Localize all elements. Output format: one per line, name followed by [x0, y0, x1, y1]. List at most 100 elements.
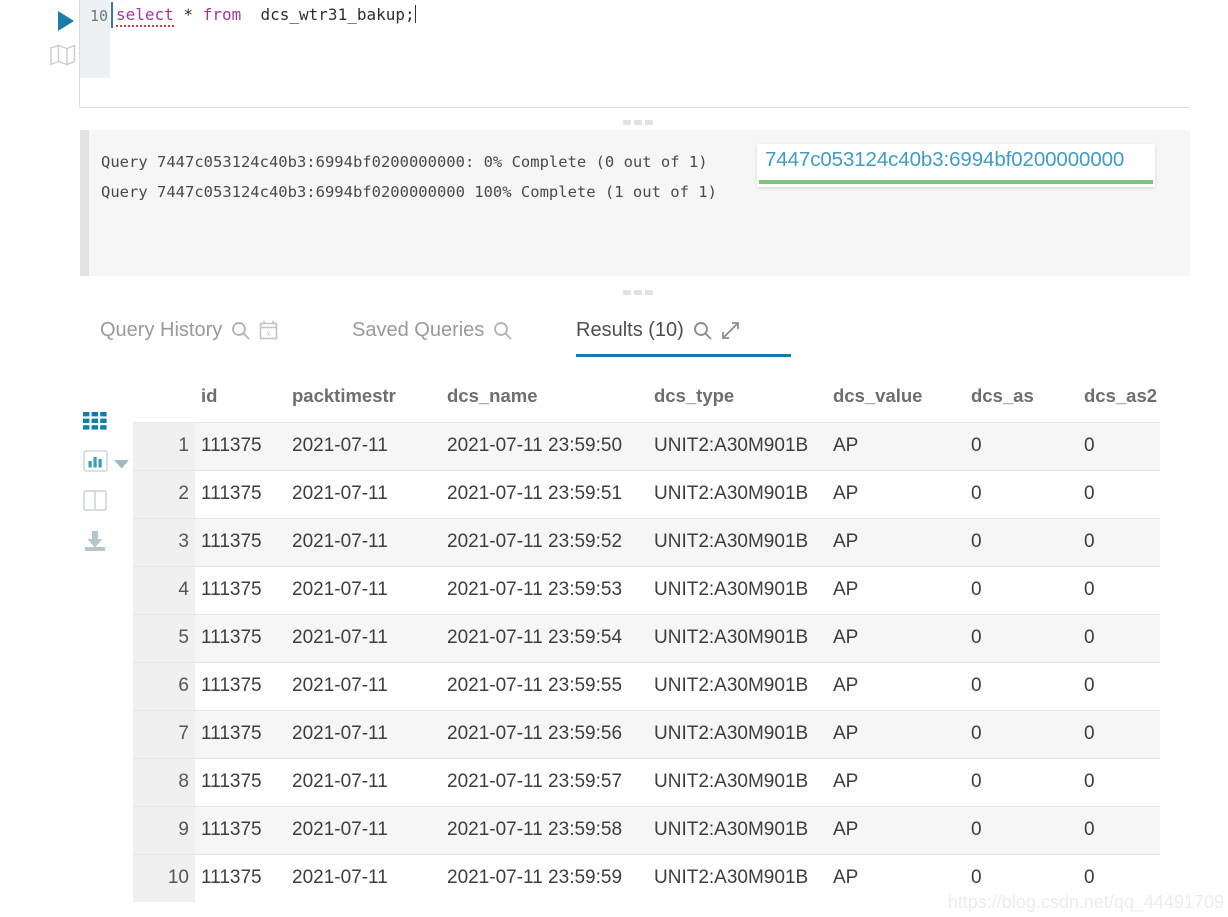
cell-dcs_name: 2021-07-11 23:59:56	[447, 710, 642, 758]
cell-dcs_value-text: AP	[833, 627, 859, 648]
query-id-link[interactable]: 7447c053124c40b3:6994bf0200000000	[765, 148, 1124, 172]
cell-dcs_value: AP	[833, 710, 973, 758]
cell-id-text: 111375	[201, 531, 262, 552]
cell-index-text: 6	[178, 675, 189, 696]
handle-dot	[634, 290, 642, 295]
cell-packtimestr-text: 2021-07-11	[292, 627, 388, 648]
calendar-clear-icon[interactable]: x	[259, 320, 278, 340]
cell-id-text: 111375	[201, 627, 262, 648]
cell-dcs_as2: 0	[1084, 806, 1174, 854]
cell-packtimestr: 2021-07-11	[292, 854, 432, 902]
cell-dcs_as-text: 0	[971, 531, 982, 552]
table-row[interactable]: 3 111375 2021-07-11 2021-07-11 23:59:52 UNIT…	[133, 518, 1228, 566]
column-header-dcs_type[interactable]: dcs_type	[654, 370, 819, 422]
splitter-handle-editor[interactable]	[623, 120, 653, 125]
cell-index-text: 1	[178, 435, 189, 456]
cell-dcs_as: 0	[971, 758, 1051, 806]
run-query-button[interactable]	[52, 8, 78, 34]
cell-dcs_value: AP	[833, 470, 973, 518]
download-results-button[interactable]	[80, 528, 110, 558]
cell-dcs_as2-text: 0	[1084, 723, 1095, 744]
search-icon[interactable]	[693, 321, 712, 340]
grid-view-button[interactable]	[80, 408, 110, 438]
cell-dcs_type-text: UNIT2:A30M901B	[654, 771, 809, 792]
download-icon	[83, 530, 107, 557]
cell-dcs_type: UNIT2:A30M901B	[654, 854, 819, 902]
cell-dcs_name-text: 2021-07-11 23:59:52	[447, 531, 623, 552]
cell-packtimestr-text: 2021-07-11	[292, 531, 388, 552]
tab-saved-queries[interactable]: Saved Queries	[352, 304, 512, 356]
column-header-dcs_as2[interactable]: dcs_as2	[1084, 370, 1174, 422]
cell-index: 9	[133, 806, 189, 854]
cell-dcs_as2: 0	[1084, 566, 1174, 614]
column-header-index[interactable]	[133, 370, 189, 422]
cell-dcs_value-text: AP	[833, 867, 859, 888]
editor-line-number: 10	[89, 7, 108, 25]
editor-active-line-marker	[111, 2, 113, 28]
cell-dcs_as2: 0	[1084, 758, 1174, 806]
cell-dcs_as: 0	[971, 806, 1051, 854]
cell-dcs_name-text: 2021-07-11 23:59:51	[447, 483, 623, 504]
tab-query-history-label: Query History	[100, 318, 223, 341]
table-header-row: id packtimestr dcs_name dcs_type dcs_val…	[133, 370, 1228, 422]
cell-dcs_as: 0	[971, 566, 1051, 614]
table-row[interactable]: 5 111375 2021-07-11 2021-07-11 23:59:54 UNIT…	[133, 614, 1228, 662]
sql-code-line[interactable]: select * from dcs_wtr31_bakup;	[116, 2, 416, 28]
cell-dcs_type-text: UNIT2:A30M901B	[654, 483, 809, 504]
cell-index-text: 3	[178, 531, 189, 552]
cell-dcs_type-text: UNIT2:A30M901B	[654, 435, 809, 456]
expand-icon[interactable]	[721, 321, 740, 340]
results-table: id packtimestr dcs_name dcs_type dcs_val…	[133, 370, 1228, 902]
cell-dcs_as-text: 0	[971, 627, 982, 648]
handle-dot	[623, 120, 631, 125]
bar-chart-icon	[82, 449, 108, 477]
cell-dcs_name-text: 2021-07-11 23:59:58	[447, 819, 623, 840]
query-progress-bar	[759, 180, 1153, 184]
splitter-handle-results[interactable]	[623, 290, 653, 295]
search-icon[interactable]	[231, 321, 250, 340]
column-header-id[interactable]: id	[201, 370, 291, 422]
cell-dcs_as-text: 0	[971, 771, 982, 792]
search-icon[interactable]	[493, 321, 512, 340]
column-header-dcs_as[interactable]: dcs_as	[971, 370, 1051, 422]
table-row[interactable]: 9 111375 2021-07-11 2021-07-11 23:59:58 UNIT…	[133, 806, 1228, 854]
text-caret	[414, 5, 416, 23]
split-view-button[interactable]	[80, 488, 110, 518]
sql-token-star: *	[173, 5, 203, 24]
cell-dcs_as2-text: 0	[1084, 675, 1095, 696]
table-row[interactable]: 7 111375 2021-07-11 2021-07-11 23:59:56 UNIT…	[133, 710, 1228, 758]
cell-index-text: 4	[178, 579, 189, 600]
table-row[interactable]: 8 111375 2021-07-11 2021-07-11 23:59:57 UNIT…	[133, 758, 1228, 806]
cell-packtimestr: 2021-07-11	[292, 470, 432, 518]
column-header-packtimestr[interactable]: packtimestr	[292, 370, 432, 422]
table-row[interactable]: 10 111375 2021-07-11 2021-07-11 23:59:59 UNI…	[133, 854, 1228, 902]
table-row[interactable]: 1 111375 2021-07-11 2021-07-11 23:59:50 UNIT…	[133, 422, 1228, 470]
cell-dcs_name: 2021-07-11 23:59:51	[447, 470, 642, 518]
cell-dcs_as: 0	[971, 710, 1051, 758]
chart-type-dropdown-caret[interactable]	[114, 456, 129, 474]
column-header-dcs_name[interactable]: dcs_name	[447, 370, 642, 422]
tab-query-history[interactable]: Query History x	[100, 304, 278, 356]
results-toolbar	[76, 400, 129, 580]
table-row[interactable]: 4 111375 2021-07-11 2021-07-11 23:59:53 UNIT…	[133, 566, 1228, 614]
cell-id: 111375	[201, 710, 291, 758]
tab-results-label: Results (10)	[576, 318, 684, 341]
table-row[interactable]: 2 111375 2021-07-11 2021-07-11 23:59:51 UNIT…	[133, 470, 1228, 518]
cell-dcs_value-text: AP	[833, 723, 859, 744]
cell-id: 111375	[201, 662, 291, 710]
cell-dcs_type: UNIT2:A30M901B	[654, 662, 819, 710]
cell-dcs_value: AP	[833, 566, 973, 614]
tab-results[interactable]: Results (10)	[576, 304, 740, 356]
cell-id: 111375	[201, 518, 291, 566]
cell-dcs_as-text: 0	[971, 819, 982, 840]
chart-view-button[interactable]	[80, 448, 110, 478]
cell-packtimestr: 2021-07-11	[292, 422, 432, 470]
cell-dcs_value: AP	[833, 422, 973, 470]
column-header-dcs_value[interactable]: dcs_value	[833, 370, 973, 422]
cell-dcs_as: 0	[971, 470, 1051, 518]
table-row[interactable]: 6 111375 2021-07-11 2021-07-11 23:59:55 UNIT…	[133, 662, 1228, 710]
cell-index: 6	[133, 662, 189, 710]
cell-packtimestr-text: 2021-07-11	[292, 867, 388, 888]
cell-dcs_value-text: AP	[833, 483, 859, 504]
cell-id-text: 111375	[201, 867, 262, 888]
